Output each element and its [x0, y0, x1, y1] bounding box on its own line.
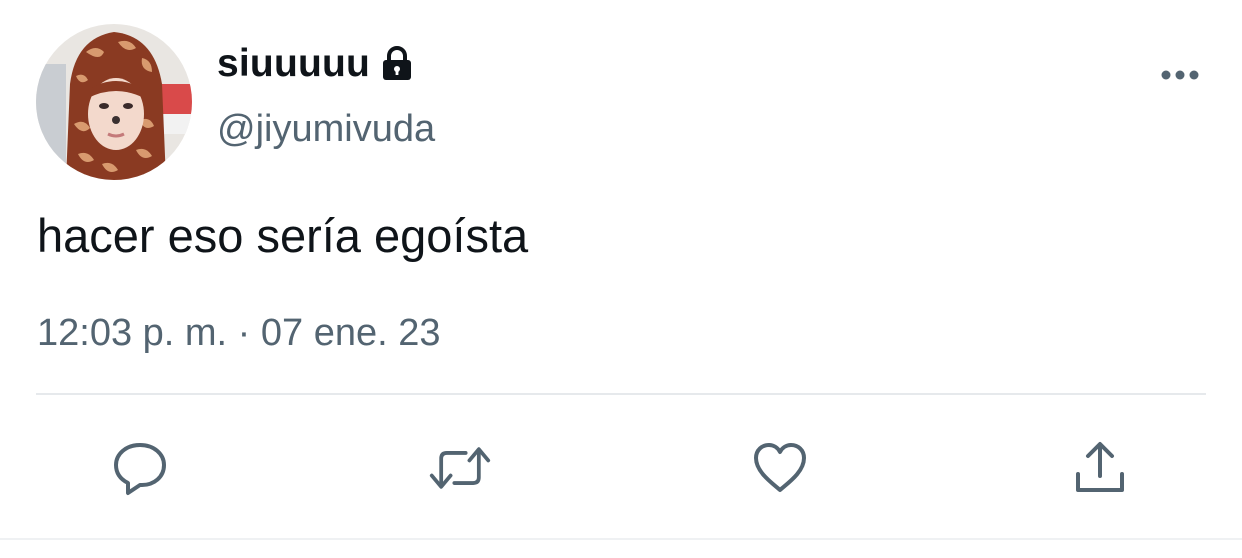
reply-icon [114, 443, 166, 495]
tweet-timestamp[interactable]: 12:03 p. m. · 07 ene. 23 [37, 312, 441, 355]
tweet-detail: siuuuuu @jiyumivuda hacer eso sería egoí… [0, 0, 1242, 558]
display-name[interactable]: siuuuuu [217, 42, 370, 86]
retweet-button[interactable] [428, 436, 492, 500]
user-name-row: siuuuuu [217, 38, 416, 90]
more-icon [1161, 70, 1199, 80]
share-button[interactable] [1068, 436, 1132, 500]
bottom-divider [0, 538, 1242, 540]
avatar[interactable] [36, 24, 192, 180]
more-button[interactable] [1152, 60, 1208, 90]
retweet-icon [429, 447, 491, 489]
divider [36, 393, 1206, 395]
like-button[interactable] [748, 436, 812, 500]
user-handle[interactable]: @jiyumivuda [217, 108, 435, 151]
avatar-photo [36, 24, 192, 180]
reply-button[interactable] [108, 436, 172, 500]
share-icon [1076, 442, 1124, 492]
tweet-text: hacer eso sería egoísta [37, 209, 529, 262]
lock-icon [378, 45, 416, 83]
heart-icon [754, 443, 806, 492]
